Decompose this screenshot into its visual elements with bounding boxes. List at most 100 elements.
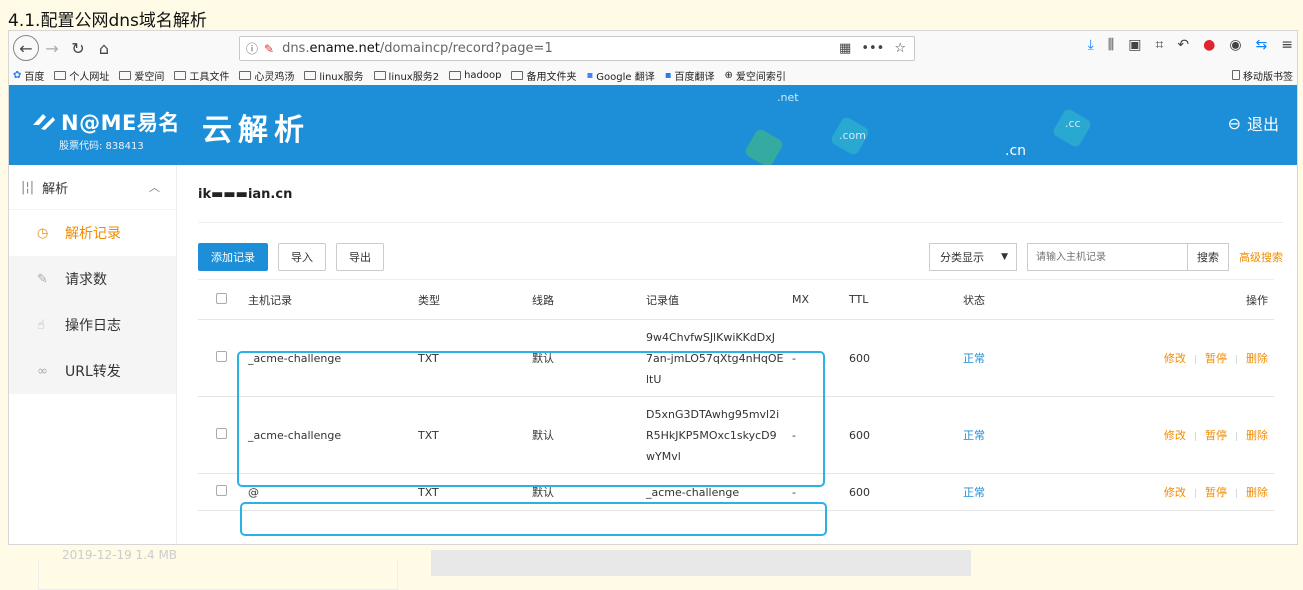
delete-link[interactable]: 删除 (1246, 429, 1268, 442)
edit-link[interactable]: 修改 (1164, 486, 1186, 499)
export-button[interactable]: 导出 (336, 243, 384, 271)
site-title: 云解析 (202, 113, 310, 148)
bookmark-baidu[interactable]: ✿ 百度 (13, 68, 44, 83)
screenshot-icon[interactable]: ⌗ (1155, 37, 1163, 53)
stock-code: 股票代码: 838413 (59, 141, 144, 152)
bookmark-folder[interactable]: 备用文件夹 (511, 68, 576, 83)
import-button[interactable]: 导入 (278, 243, 326, 271)
edit-icon: ✎ (37, 271, 48, 287)
highlight-box (237, 351, 825, 487)
status-cell: 正常 (963, 319, 1073, 397)
mobile-bookmarks[interactable]: 移动版书签 (1232, 68, 1297, 83)
table-header: 主机记录 类型 线路 记录值 MX TTL 状态 操作 (198, 279, 1274, 320)
column-header[interactable]: MX (792, 279, 849, 320)
action-bar: 添加记录 导入 导出 分类显示▼ 搜索 高级搜索 (198, 223, 1297, 279)
sidebar-group-resolve[interactable]: |¦| 解析 ︿ (9, 165, 176, 210)
delete-link[interactable]: 删除 (1246, 352, 1268, 365)
ghost-text: 2019-12-19 1.4 MB (62, 548, 178, 562)
sync-icon[interactable]: ⇆ (1256, 37, 1268, 53)
browser-toolbar: ← → ↻ ⌂ ⓘ ✎ dns.ename.net/domaincp/recor… (9, 31, 1297, 65)
page-actions-icon[interactable]: ••• (861, 41, 884, 56)
bookmark-star-icon[interactable]: ☆ (894, 41, 906, 56)
highlight-box (240, 502, 827, 536)
url-bar[interactable]: ⓘ ✎ dns.ename.net/domaincp/record?page=1… (239, 36, 915, 61)
edit-link[interactable]: 修改 (1164, 352, 1186, 365)
decor-hex-icon (743, 127, 785, 165)
menu-icon[interactable]: ≡ (1281, 37, 1293, 53)
bookmark-folder[interactable]: 个人网址 (54, 68, 109, 83)
library-icon[interactable]: ⫼ (1108, 37, 1114, 53)
url-text[interactable]: dns.ename.net/domaincp/record?page=1 (282, 41, 553, 56)
edit-link[interactable]: 修改 (1164, 429, 1186, 442)
qr-code-icon[interactable]: ▦ (839, 41, 851, 56)
decor-tld: .com (839, 129, 866, 142)
account-icon[interactable]: ◉ (1229, 37, 1241, 53)
home-icon[interactable]: ⌂ (91, 35, 117, 61)
bookmark-folder[interactable]: 爱空间 (119, 68, 164, 83)
row-checkbox[interactable] (216, 428, 227, 439)
category-select[interactable]: 分类显示 ▼ (929, 243, 1017, 271)
status-cell: 正常 (963, 396, 1073, 474)
link-icon: ∞ (37, 363, 48, 379)
add-record-button[interactable]: 添加记录 (198, 243, 268, 271)
download-icon[interactable]: ⤓ (1088, 37, 1094, 53)
opera-icon[interactable]: ● (1203, 37, 1215, 53)
logout-button[interactable]: ⊖ 退出 (1228, 111, 1279, 135)
status-cell: 正常 (963, 473, 1073, 511)
bars-icon: |¦| (21, 179, 35, 195)
decor-tld: .cn (1005, 143, 1027, 159)
pause-link[interactable]: 暂停 (1205, 352, 1227, 365)
advanced-search-link[interactable]: 高级搜索 (1239, 249, 1283, 265)
bookmark-baidu-translate[interactable]: ▪ 百度翻译 (665, 68, 715, 83)
column-header[interactable]: TTL (849, 279, 963, 320)
domain-name: ik▬▬▬ⅰan.cn (198, 165, 1283, 223)
clock-icon: ◷ (37, 225, 49, 241)
page-heading: 4.1.配置公网dns域名解析 (8, 11, 207, 31)
ename-logo[interactable]: N@ME易名 (31, 107, 180, 137)
bookmark-folder[interactable]: linux服务2 (373, 68, 439, 83)
sidebar-icon[interactable]: ▣ (1128, 37, 1141, 53)
decor-tld: .cc (1065, 117, 1081, 130)
insecure-lock-icon[interactable]: ✎ (264, 42, 274, 56)
forward-icon[interactable]: → (39, 35, 65, 61)
search-button[interactable]: 搜索 (1187, 243, 1229, 271)
logout-icon: ⊖ (1227, 113, 1241, 133)
bookmarks-bar: ✿ 百度 个人网址 爱空间 工具文件 心灵鸡汤 linux服务 linux服务2 … (9, 65, 1297, 85)
undo-icon[interactable]: ↶ (1177, 37, 1189, 53)
chevron-up-icon: ︿ (149, 181, 160, 194)
ttl-cell: 600 (849, 396, 963, 474)
column-header[interactable]: 线路 (532, 279, 646, 320)
ghost-panel (38, 559, 398, 590)
row-checkbox[interactable] (216, 485, 227, 496)
bookmark-folder[interactable]: hadoop (449, 70, 501, 81)
overlapping-screenshot: 2019-12-19 1.4 MB (0, 545, 1303, 590)
pause-link[interactable]: 暂停 (1205, 429, 1227, 442)
site-header: N@ME易名 股票代码: 838413 云解析 .net .com .cc .c… (9, 85, 1297, 165)
ttl-cell: 600 (849, 319, 963, 397)
ghost-toolbar (431, 550, 971, 576)
column-header[interactable]: 状态 (963, 279, 1073, 320)
info-icon[interactable]: ⓘ (246, 40, 264, 57)
reload-icon[interactable]: ↻ (65, 35, 91, 61)
pause-link[interactable]: 暂停 (1205, 486, 1227, 499)
sidebar-item-logs[interactable]: ☝ 操作日志 (9, 302, 176, 348)
delete-link[interactable]: 删除 (1246, 486, 1268, 499)
row-checkbox[interactable] (216, 351, 227, 362)
host-search-input[interactable] (1027, 243, 1187, 271)
column-header[interactable]: 记录值 (646, 279, 792, 320)
bookmark-folder[interactable]: 工具文件 (174, 68, 229, 83)
bookmark-folder[interactable]: 心灵鸡汤 (239, 68, 294, 83)
sidebar-item-requests[interactable]: ✎ 请求数 (9, 256, 176, 302)
bookmark-google-translate[interactable]: ▪ Google 翻译 (586, 68, 654, 83)
back-icon[interactable]: ← (13, 35, 39, 61)
sidebar-item-url-forward[interactable]: ∞ URL转发 (9, 348, 176, 394)
sidebar-item-records[interactable]: ◷ 解析记录 (9, 210, 176, 256)
select-all-checkbox[interactable] (216, 292, 227, 304)
caret-down-icon: ▼ (1001, 252, 1008, 262)
column-header[interactable]: 类型 (418, 279, 532, 320)
column-header[interactable]: 主机记录 (248, 279, 418, 320)
bookmark-globe[interactable]: ⊕ 爱空间索引 (724, 68, 785, 83)
hand-icon: ☝ (37, 317, 45, 333)
decor-tld: .net (777, 91, 799, 104)
bookmark-folder[interactable]: linux服务 (304, 68, 364, 83)
